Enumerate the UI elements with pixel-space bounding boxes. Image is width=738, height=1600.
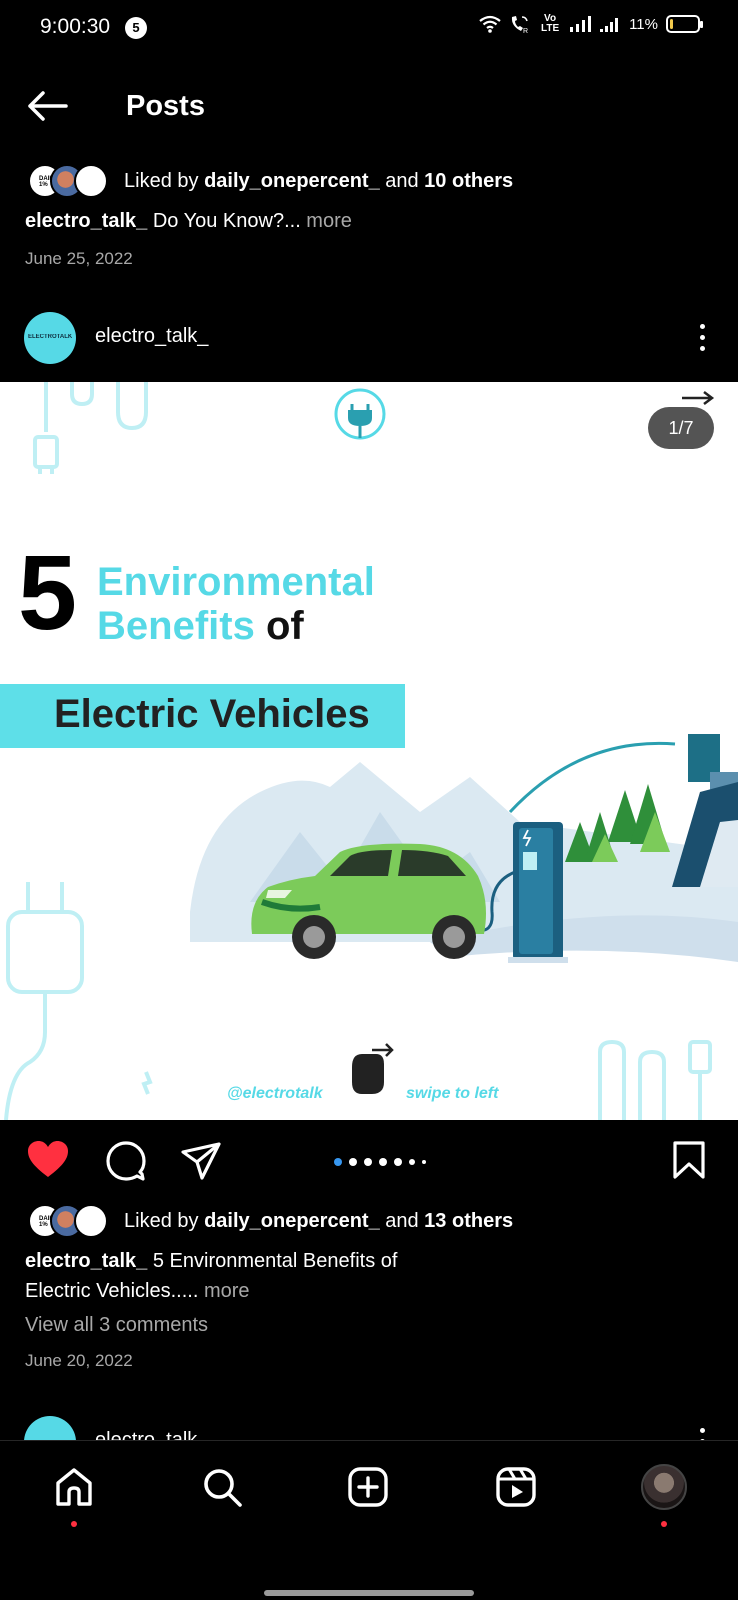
post-header: ELECTROTALK electro_talk_ — [0, 308, 738, 368]
liked-by-others-link[interactable]: 13 others — [424, 1210, 513, 1232]
image-banner: Electric Vehicles — [0, 684, 405, 748]
heart-filled-icon — [28, 1141, 68, 1177]
liker-avatar — [74, 164, 108, 198]
battery-percent: 11% — [629, 15, 658, 33]
save-button[interactable] — [672, 1140, 706, 1185]
profile-notification-dot — [661, 1521, 667, 1527]
post-date: June 25, 2022 — [25, 249, 133, 268]
image-big-number: 5 — [18, 534, 77, 652]
battery-level-fill — [670, 19, 673, 29]
bookmark-icon — [673, 1141, 705, 1179]
liker-avatars: DAILY 1% — [28, 1204, 110, 1238]
status-time: 9:00:30 — [40, 15, 111, 38]
carousel-counter: 1/7 — [648, 407, 714, 449]
comment-icon — [106, 1141, 146, 1181]
carousel-dot — [409, 1159, 415, 1165]
more-options-button[interactable] — [696, 320, 708, 356]
signal-strength-icon — [570, 16, 592, 32]
status-icons: R Vo LTE 11% — [479, 13, 703, 34]
liked-by-user-link[interactable]: daily_onepercent_ — [204, 1210, 380, 1232]
carousel-dot — [394, 1158, 402, 1166]
liked-by-user-link[interactable]: daily_onepercent_ — [204, 170, 380, 192]
liked-by-text: Liked by daily_onepercent_ and 10 others — [124, 169, 514, 192]
nav-search-button[interactable] — [196, 1461, 248, 1513]
post-image[interactable]: 1/7 5 Environmental Benefits of Electric … — [0, 382, 738, 1120]
wifi-icon — [479, 15, 501, 33]
caption-more-link[interactable]: more — [198, 1280, 250, 1302]
post-author-username[interactable]: electro_talk_ — [95, 325, 208, 348]
nav-reels-button[interactable] — [490, 1461, 542, 1513]
battery-icon — [666, 15, 703, 33]
carousel-dot — [349, 1158, 357, 1166]
nav-home-button[interactable] — [48, 1461, 100, 1527]
image-swipe-hint: swipe to left — [406, 1085, 499, 1102]
carousel-dot — [334, 1158, 342, 1166]
liked-by-others-link[interactable]: 10 others — [424, 170, 513, 192]
liked-by-row[interactable]: DAILY 1% Liked by daily_onepercent_ and … — [28, 164, 513, 198]
page-header: Posts — [0, 78, 738, 134]
caption-username[interactable]: electro_talk_ — [25, 1250, 147, 1272]
post-author-avatar[interactable]: ELECTROTALK — [24, 312, 76, 364]
page-title: Posts — [126, 90, 205, 122]
signal-strength-icon-2 — [600, 18, 619, 32]
home-indicator[interactable] — [264, 1590, 474, 1596]
post-caption: electro_talk_ Do You Know?... more — [25, 210, 352, 232]
view-comments-link[interactable]: View all 3 comments — [25, 1314, 208, 1337]
home-notification-dot — [71, 1521, 77, 1527]
profile-avatar — [641, 1464, 687, 1510]
create-icon — [348, 1467, 388, 1507]
carousel-indicator — [334, 1158, 426, 1166]
image-title: Environmental Benefits of — [97, 560, 375, 648]
carousel-dot — [364, 1158, 372, 1166]
send-icon — [181, 1142, 221, 1180]
svg-text:R: R — [523, 28, 528, 34]
comment-button[interactable] — [105, 1140, 147, 1187]
bottom-navigation — [0, 1440, 738, 1600]
carousel-dot — [379, 1158, 387, 1166]
reels-icon — [496, 1467, 536, 1507]
post-illustration — [4, 382, 738, 1120]
image-handle: @electrotalk — [227, 1085, 323, 1102]
notification-count-badge: 5 — [125, 17, 147, 39]
wifi-calling-icon: R — [511, 16, 528, 34]
post-action-bar — [0, 1138, 738, 1186]
carousel-dot — [422, 1160, 426, 1164]
liked-by-row[interactable]: DAILY 1% Liked by daily_onepercent_ and … — [28, 1204, 513, 1238]
nav-profile-button[interactable] — [638, 1461, 690, 1527]
share-button[interactable] — [180, 1140, 222, 1187]
post-caption: electro_talk_ 5 Environmental Benefits o… — [25, 1250, 398, 1302]
liker-avatar — [74, 1204, 108, 1238]
like-button[interactable] — [27, 1140, 69, 1185]
volte-icon: Vo LTE — [541, 13, 560, 34]
caption-more-link[interactable]: more — [301, 210, 352, 232]
home-icon — [56, 1468, 92, 1506]
back-arrow-icon — [28, 91, 68, 121]
post-date: June 20, 2022 — [25, 1351, 133, 1370]
back-button[interactable] — [26, 86, 70, 126]
caption-username[interactable]: electro_talk_ — [25, 210, 147, 232]
liked-by-text: Liked by daily_onepercent_ and 13 others — [124, 1209, 514, 1232]
search-icon — [204, 1469, 242, 1507]
nav-create-button[interactable] — [342, 1461, 394, 1513]
status-bar: 9:00:30 5 R Vo LTE 11% — [0, 0, 738, 58]
liker-avatars: DAILY 1% — [28, 164, 110, 198]
